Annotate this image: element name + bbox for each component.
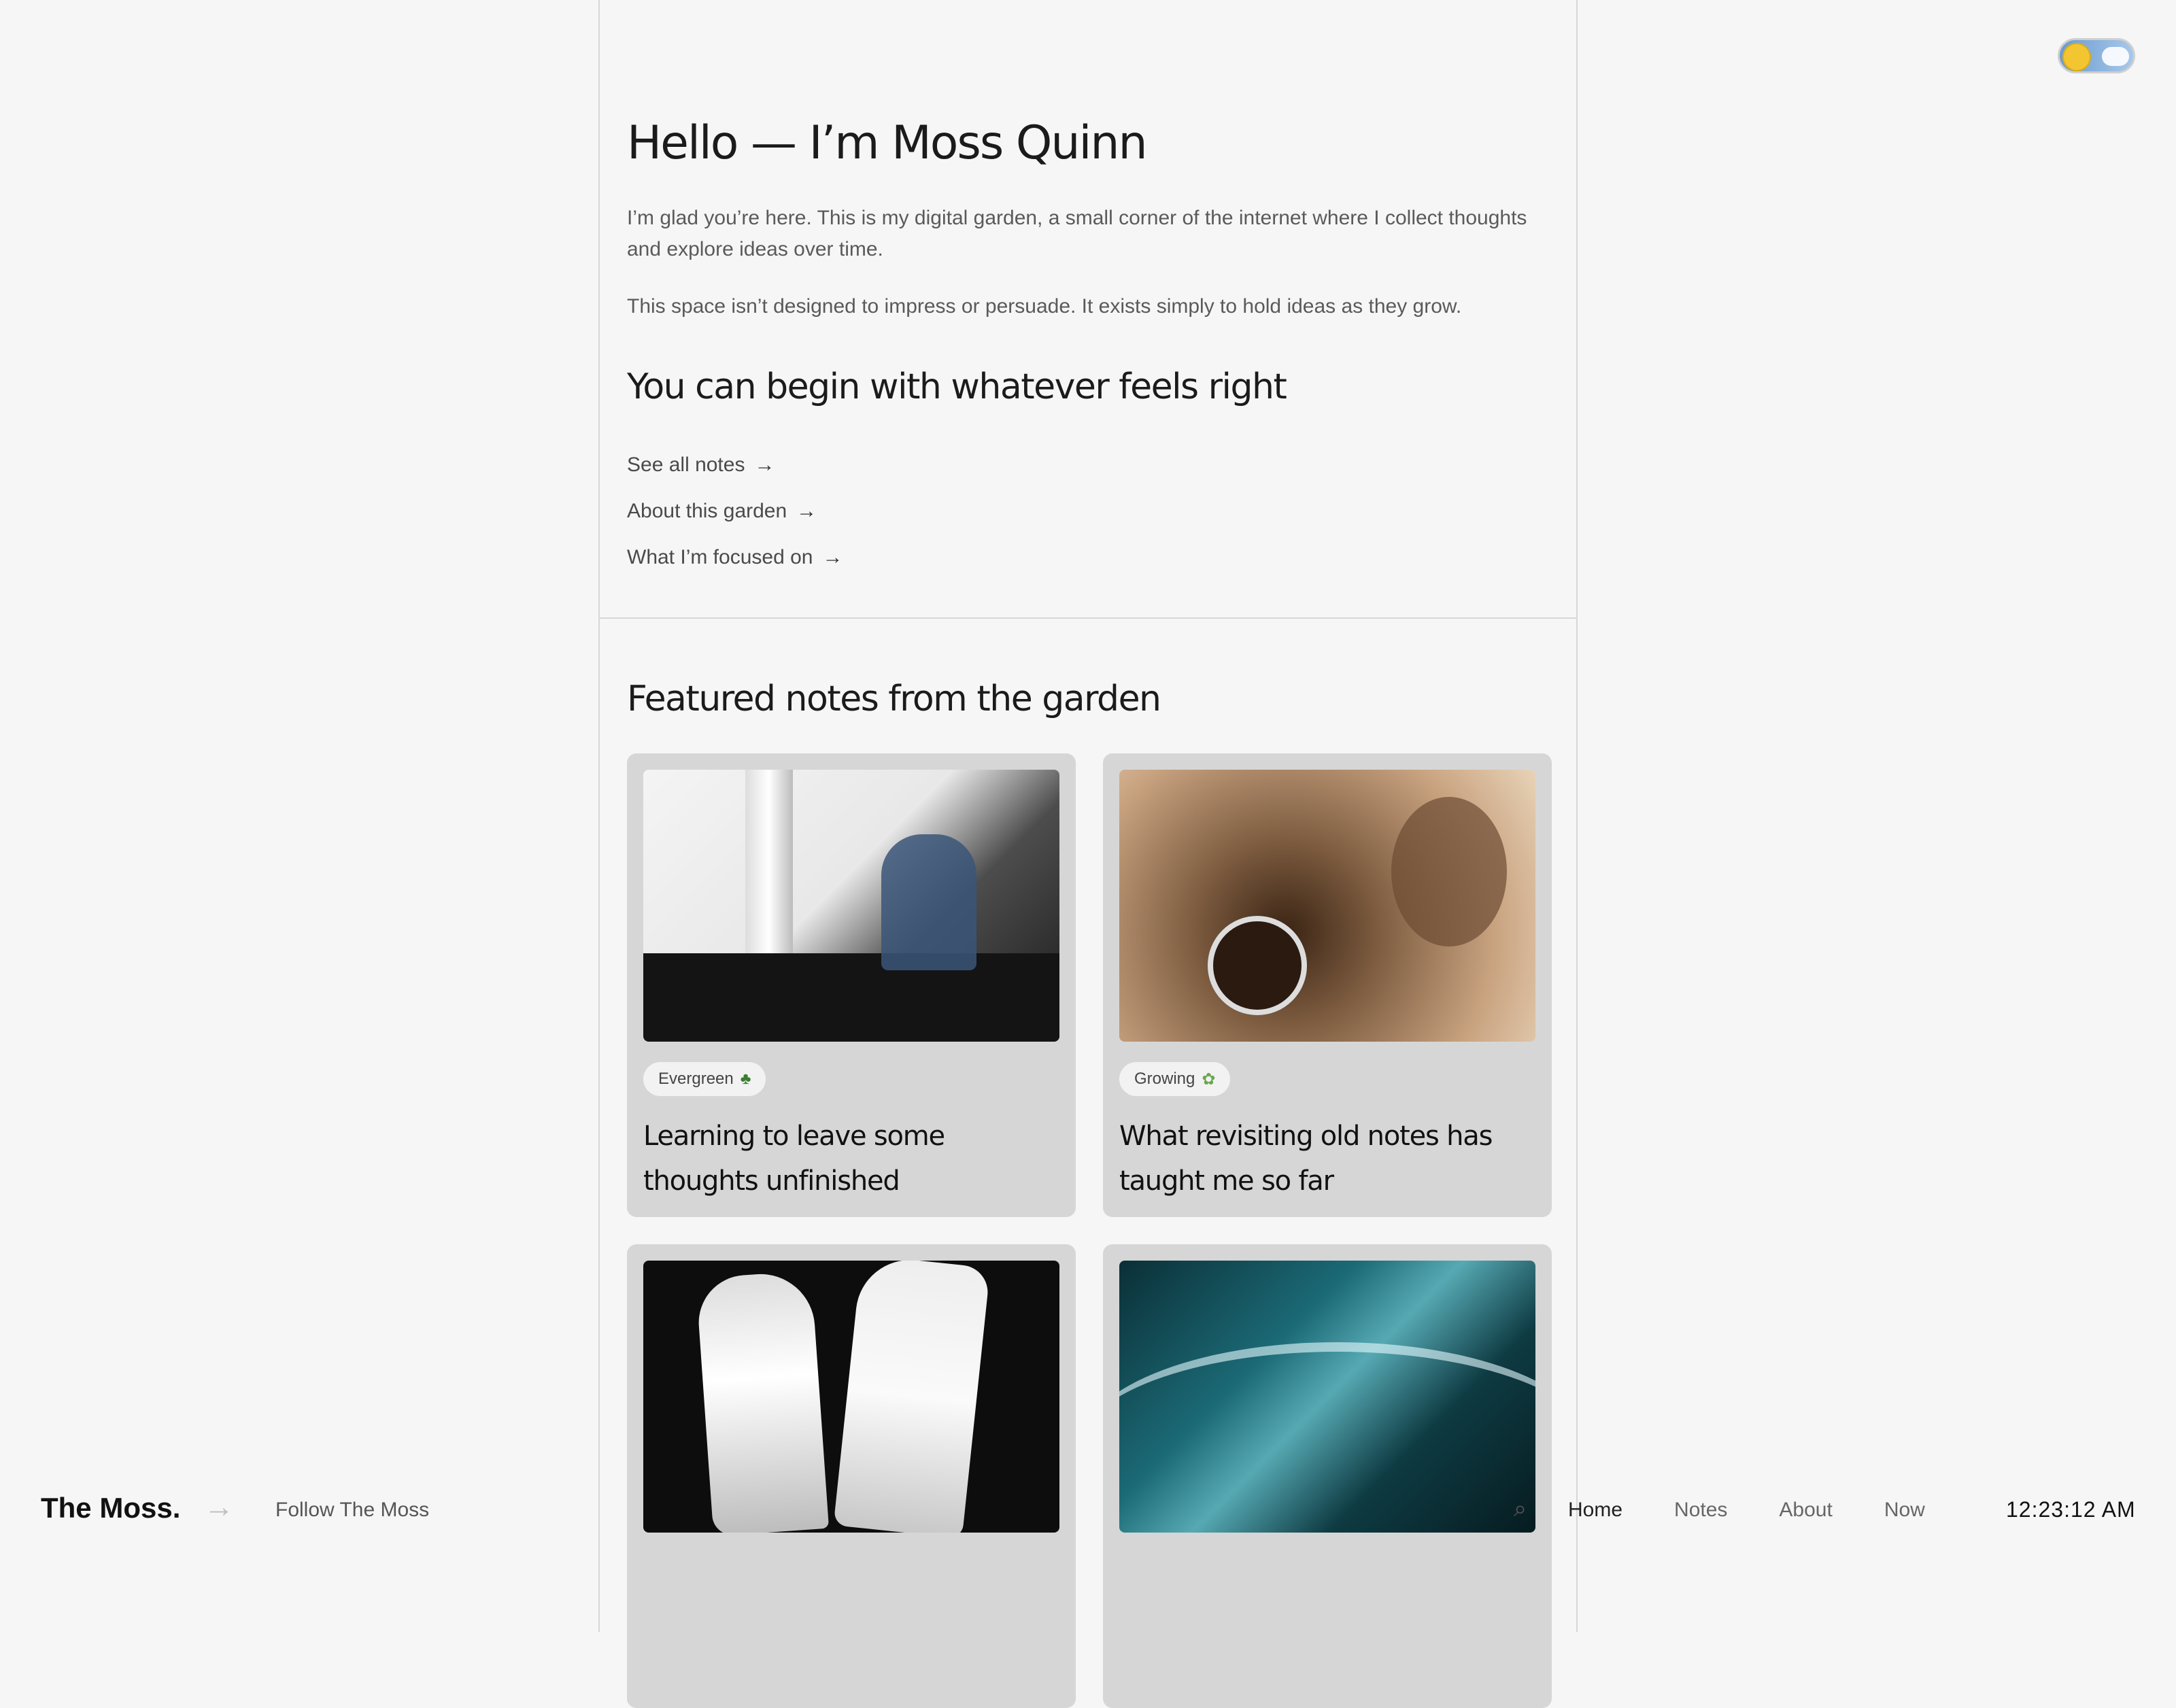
sprout-icon: ✿ — [1202, 1070, 1216, 1089]
badge-label: Evergreen — [658, 1070, 734, 1088]
see-all-notes-link[interactable]: See all notes → — [627, 442, 843, 488]
intro-paragraph: I’m glad you’re here. This is my digital… — [627, 207, 1527, 260]
page-title: Hello — I’m Moss Quinn — [627, 116, 1148, 170]
arrow-right-icon: → — [822, 546, 843, 568]
card-title: Learning to leave some thoughts unfinish… — [643, 1121, 945, 1197]
main-nav: Home Notes About Now — [1568, 1499, 1925, 1522]
card-image — [643, 770, 1059, 1042]
search-icon[interactable]: ⌕ — [1514, 1496, 1527, 1522]
card-title: What revisiting old notes has taught me … — [1119, 1121, 1493, 1197]
focused-on-link[interactable]: What I’m focused on → — [627, 534, 843, 581]
brand-logo[interactable]: The Moss. — [41, 1492, 180, 1524]
card-image — [1119, 770, 1535, 1042]
arrow-right-icon: → — [204, 1490, 234, 1524]
nav-about[interactable]: About — [1779, 1499, 1832, 1522]
clock-time: 12:23:12 AM — [2006, 1497, 2136, 1522]
featured-card[interactable]: Evergreen ♣ Learning to leave some thoug… — [627, 753, 1076, 1217]
intro-section: Hello — I’m Moss Quinn I’m glad you’re h… — [600, 0, 1576, 619]
arrow-right-icon: → — [754, 454, 775, 476]
about-garden-link[interactable]: About this garden → — [627, 488, 843, 534]
bottom-bar: The Moss. → Follow The Moss ⌕ Home Notes… — [0, 1475, 2176, 1543]
arrow-right-icon: → — [796, 500, 817, 522]
status-badge: Growing ✿ — [1119, 1062, 1231, 1096]
nav-home[interactable]: Home — [1568, 1499, 1622, 1522]
nav-now[interactable]: Now — [1884, 1499, 1925, 1522]
cloud-icon — [2102, 47, 2129, 66]
featured-heading: Featured notes from the garden — [627, 679, 1161, 719]
intro-paragraph-secondary: This space isn’t designed to impress or … — [627, 295, 1462, 318]
featured-card[interactable]: Growing ✿ What revisiting old notes has … — [1103, 753, 1552, 1217]
link-label: See all notes — [627, 454, 745, 476]
sun-icon — [2062, 43, 2091, 71]
follow-link[interactable]: Follow The Moss — [275, 1499, 429, 1522]
badge-label: Growing — [1134, 1070, 1195, 1088]
tree-icon: ♣ — [740, 1070, 751, 1088]
nav-notes[interactable]: Notes — [1674, 1499, 1727, 1522]
main-column: Hello — I’m Moss Quinn I’m glad you’re h… — [598, 0, 1578, 1708]
begin-heading: You can begin with whatever feels right — [627, 366, 1287, 407]
theme-toggle[interactable] — [2058, 38, 2135, 73]
start-links: See all notes → About this garden → What… — [627, 442, 843, 581]
status-badge: Evergreen ♣ — [643, 1062, 766, 1096]
link-label: About this garden — [627, 500, 787, 522]
link-label: What I’m focused on — [627, 546, 813, 568]
